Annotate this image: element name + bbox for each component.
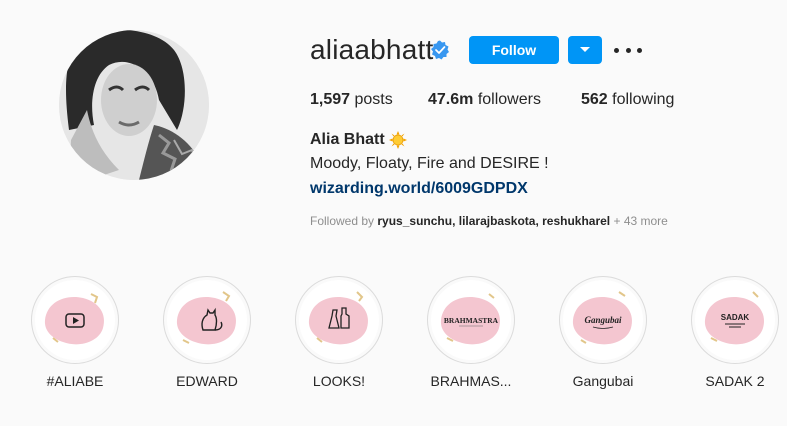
more-options-button[interactable] [614,40,642,60]
highlight-edward[interactable]: EDWARD [162,276,252,389]
dot-icon [637,47,642,53]
suggested-accounts-dropdown-button[interactable] [568,36,602,64]
highlight-cover: SADAK [691,276,779,364]
svg-text:BRAHMASTRA: BRAHMASTRA [444,316,499,325]
highlight-sadak-2[interactable]: SADAK SADAK 2 [690,276,780,389]
highlight-aliabe[interactable]: #ALIABE [30,276,120,389]
posts-label: posts [354,91,393,108]
followers-count: 47.6m [428,91,474,108]
highlight-cover: BRAHMASTRA [427,276,515,364]
highlight-label: SADAK 2 [705,373,765,389]
following-label: following [612,91,675,108]
profile-external-link[interactable]: wizarding.world/6009GDPDX [310,180,528,198]
svg-text:SADAK: SADAK [721,313,750,322]
highlight-cover [31,276,119,364]
story-highlights: #ALIABE EDWARD LOOKS! BRAHMASTRA BRAHMAS… [0,276,787,426]
dot-icon [614,47,619,53]
followed-by-prefix: Followed by [310,214,375,228]
sun-emoji-icon [389,131,407,149]
dot-icon [625,47,631,53]
posts-stat: 1,597 posts [310,91,393,109]
highlight-cover [163,276,251,364]
following-count: 562 [581,91,608,108]
highlight-label: EDWARD [176,373,238,389]
profile-bio: Moody, Floaty, Fire and DESIRE ! [310,155,549,172]
following-stat[interactable]: 562 following [581,91,674,109]
followed-by-names: ryus_sunchu, lilarajbaskota, reshukharel [377,214,611,228]
brahmastra-logo: BRAHMASTRA [444,316,499,327]
highlight-brahmastra[interactable]: BRAHMASTRA BRAHMAS... [426,276,516,389]
svg-text:Gangubai: Gangubai [584,315,622,325]
highlight-label: #ALIABE [46,373,104,389]
highlight-cover: Gangubai [559,276,647,364]
posts-count: 1,597 [310,91,351,108]
profile-avatar[interactable] [59,30,209,180]
followed-by-more: + 43 more [613,214,668,228]
highlight-label: LOOKS! [312,373,366,389]
followers-stat[interactable]: 47.6m followers [428,91,541,109]
followers-label: followers [477,91,541,108]
highlight-cover [295,276,383,364]
highlight-looks[interactable]: LOOKS! [294,276,384,389]
profile-username: aliaabhatt [310,34,434,65]
highlight-label: BRAHMAS... [430,373,512,389]
highlight-gangubai[interactable]: Gangubai Gangubai [558,276,648,389]
caret-down-icon [580,47,590,52]
avatar-photo [59,30,209,180]
highlight-label: Gangubai [572,373,634,389]
followed-by-text[interactable]: Followed by ryus_sunchu, lilarajbaskota,… [310,214,668,228]
profile-full-name: Alia Bhatt [310,131,385,148]
follow-button[interactable]: Follow [469,36,559,64]
verified-badge-icon [431,40,449,60]
